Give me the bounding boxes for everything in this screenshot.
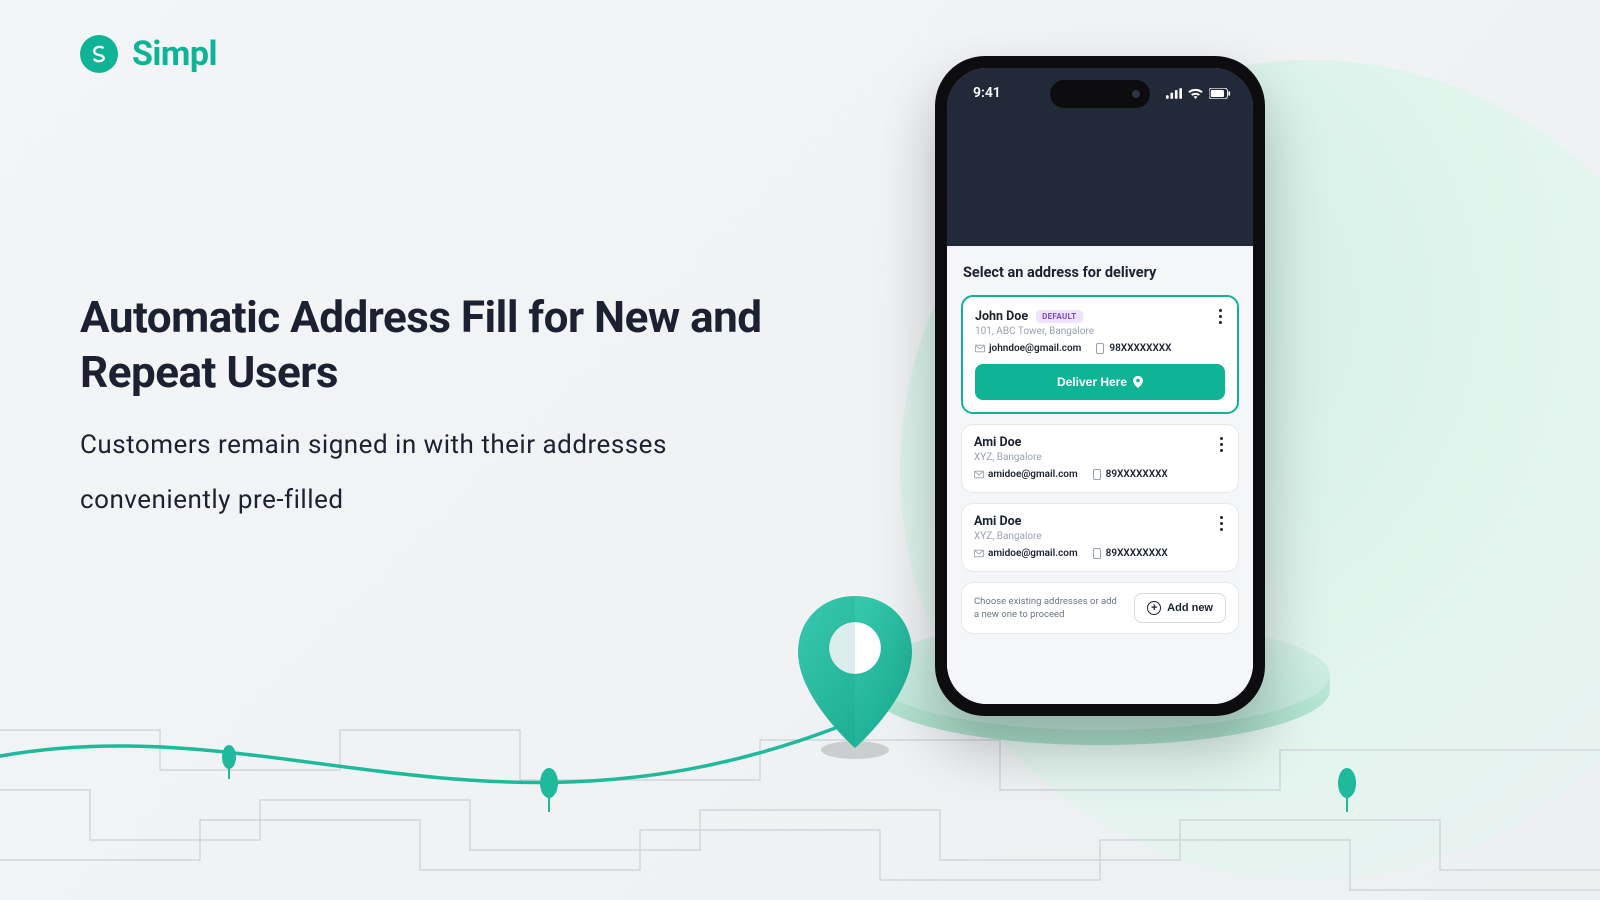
- default-badge: DEFAULT: [1036, 310, 1082, 323]
- mail-icon: [974, 470, 984, 480]
- page-subtitle: Customers remain signed in with their ad…: [80, 418, 720, 527]
- signal-icon: [1166, 88, 1182, 99]
- address-line: XYZ, Bangalore: [974, 452, 1226, 463]
- mail-icon: [975, 344, 985, 354]
- tree-icon: [1338, 768, 1356, 812]
- plus-icon: +: [1147, 601, 1161, 615]
- address-card[interactable]: John Doe DEFAULT 101, ABC Tower, Bangalo…: [961, 295, 1239, 414]
- wifi-icon: [1188, 88, 1203, 99]
- phone-icon: [1092, 470, 1102, 480]
- address-card[interactable]: Ami Doe XYZ, Bangalore amidoe@gmail.com …: [961, 424, 1239, 493]
- simpl-s-icon: [88, 43, 110, 65]
- address-email: johndoe@gmail.com: [989, 343, 1081, 354]
- mail-icon: [974, 549, 984, 559]
- tree-icon: [540, 768, 558, 812]
- address-email: amidoe@gmail.com: [988, 548, 1078, 559]
- address-line: XYZ, Bangalore: [974, 531, 1226, 542]
- address-card[interactable]: Ami Doe XYZ, Bangalore amidoe@gmail.com …: [961, 503, 1239, 572]
- address-name: Ami Doe: [974, 514, 1021, 529]
- address-phone: 89XXXXXXXX: [1106, 548, 1168, 559]
- add-new-hint: Choose existing addresses or add a new o…: [974, 595, 1124, 622]
- battery-icon: [1209, 88, 1231, 99]
- phone-icon: [1092, 549, 1102, 559]
- dynamic-island: [1050, 80, 1150, 108]
- status-clock: 9:41: [973, 85, 1001, 101]
- address-name: John Doe: [975, 309, 1028, 324]
- brand-logo: Simpl: [80, 34, 217, 74]
- location-pin-icon: [790, 590, 920, 760]
- phone-mockup: 9:41 Select an address for delivery John…: [935, 56, 1265, 716]
- address-sheet: Select an address for delivery John Doe …: [947, 246, 1253, 704]
- page-headline: Automatic Address Fill for New and Repea…: [80, 290, 780, 400]
- add-new-row: Choose existing addresses or add a new o…: [961, 582, 1239, 634]
- sheet-title: Select an address for delivery: [961, 264, 1239, 281]
- tree-icon: [222, 745, 236, 779]
- brand-name: Simpl: [132, 34, 217, 74]
- pin-icon: [1133, 376, 1143, 388]
- address-phone: 98XXXXXXXX: [1109, 343, 1171, 354]
- address-name: Ami Doe: [974, 435, 1021, 450]
- address-email: amidoe@gmail.com: [988, 469, 1078, 480]
- deliver-here-button[interactable]: Deliver Here: [975, 364, 1225, 400]
- kebab-icon[interactable]: [1214, 514, 1228, 532]
- phone-icon: [1095, 344, 1105, 354]
- kebab-icon[interactable]: [1214, 435, 1228, 453]
- kebab-icon[interactable]: [1213, 307, 1227, 325]
- address-line: 101, ABC Tower, Bangalore: [975, 326, 1225, 337]
- address-phone: 89XXXXXXXX: [1106, 469, 1168, 480]
- add-new-button[interactable]: + Add new: [1134, 593, 1226, 623]
- brand-logo-mark: [80, 35, 118, 73]
